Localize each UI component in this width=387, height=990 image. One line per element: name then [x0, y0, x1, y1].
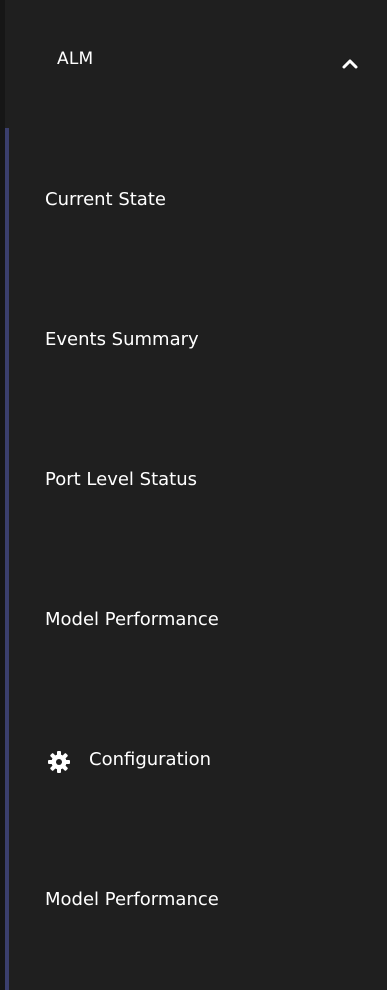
- section-title: ALM: [57, 49, 94, 69]
- menu-item-label: Current State: [45, 189, 166, 210]
- menu-item-label: Configuration: [89, 749, 212, 770]
- menu-item-label: Events Summary: [45, 329, 199, 350]
- menu-item-model-performance-2[interactable]: Model Performance: [0, 870, 387, 930]
- chevron-up-icon[interactable]: [341, 56, 359, 70]
- menu-item-current-state[interactable]: Current State: [0, 170, 387, 230]
- alm-section-header[interactable]: ALM: [0, 26, 387, 96]
- menu-item-events-summary[interactable]: Events Summary: [0, 310, 387, 370]
- menu-item-label: Model Performance: [45, 889, 219, 910]
- gear-icon: [47, 750, 71, 774]
- menu-item-model-performance[interactable]: Model Performance: [0, 590, 387, 650]
- menu-item-label: Port Level Status: [45, 469, 197, 490]
- menu-item-port-level-status[interactable]: Port Level Status: [0, 450, 387, 510]
- menu-item-label: Model Performance: [45, 609, 219, 630]
- submenu-accent-bar: [5, 128, 9, 990]
- menu-item-configuration[interactable]: Configuration: [0, 730, 387, 790]
- sidebar-nav: ALM Current State Events Summary Port Le…: [0, 0, 387, 990]
